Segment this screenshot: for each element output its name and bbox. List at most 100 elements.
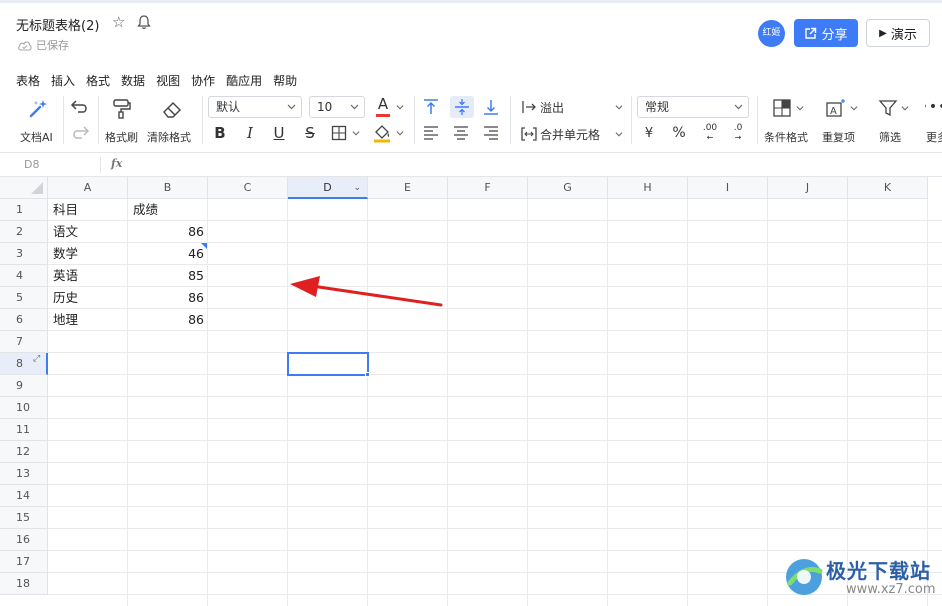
align-top-icon[interactable] [422,98,440,116]
row-header-10[interactable]: 10 [0,397,48,419]
expand-row-icon[interactable]: ⤢ [33,354,40,364]
chevron-down-icon[interactable] [396,129,404,137]
italic-button[interactable]: I [242,124,258,142]
number-format-select[interactable]: 常规 [637,96,749,118]
column-menu-chevron-icon[interactable]: ⌄ [353,177,361,199]
spreadsheet-grid[interactable]: A B C D ⌄ E F G H I J K 1 2 3 4 5 6 7 8 ⤢ 9 10 11 12 13 14 15 16 17 18… [0,177,942,606]
align-center-icon[interactable] [452,125,470,141]
cell-a3[interactable]: 数学 [53,243,128,265]
chevron-down-icon[interactable] [796,104,804,112]
row-header-5[interactable]: 5 [0,287,48,309]
row-header-2[interactable]: 2 [0,221,48,243]
cell-b4[interactable]: 85 [128,265,208,287]
row-header-16[interactable]: 16 [0,529,48,551]
menu-item-data[interactable]: 数据 [121,72,145,89]
cell-comment-marker[interactable] [201,243,207,249]
column-header-a[interactable]: A [48,177,128,199]
chevron-down-icon[interactable] [615,103,623,111]
merge-cells-button[interactable]: 合并单元格 [521,125,600,143]
duplicates-label[interactable]: 重复项 [822,129,855,145]
border-icon[interactable] [331,125,347,141]
column-header-e[interactable]: E [368,177,448,199]
text-overflow-button[interactable]: 溢出 [521,98,564,116]
more-label[interactable]: 更多 [926,129,942,145]
chevron-down-icon[interactable] [901,104,909,112]
cell-a2[interactable]: 语文 [53,221,128,243]
row-header-15[interactable]: 15 [0,507,48,529]
row-header-7[interactable]: 7 [0,331,48,353]
document-title[interactable]: 无标题表格(2) [16,15,99,34]
menu-item-collab[interactable]: 协作 [191,72,215,89]
strikethrough-button[interactable]: S [302,124,318,142]
column-header-f[interactable]: F [448,177,528,199]
column-header-h[interactable]: H [608,177,688,199]
ai-button-label[interactable]: 文档AI [20,129,53,145]
ai-sparkle-icon[interactable] [27,98,49,120]
present-button[interactable]: ▶ 演示 [866,19,930,47]
column-header-d[interactable]: D ⌄ [288,177,368,199]
row-header-18[interactable]: 18 [0,573,48,595]
row-header-3[interactable]: 3 [0,243,48,265]
menu-item-table[interactable]: 表格 [16,72,40,89]
currency-button[interactable]: ¥ [642,124,656,142]
cell-a5[interactable]: 历史 [53,287,128,309]
menu-item-apps[interactable]: 酷应用 [226,72,262,89]
cell-b3[interactable]: 46 [128,243,208,265]
select-all-corner[interactable] [0,177,48,199]
row-header-14[interactable]: 14 [0,485,48,507]
undo-icon[interactable] [70,98,90,116]
font-color-button[interactable]: A [374,96,392,118]
bold-button[interactable]: B [212,124,228,142]
row-header-13[interactable]: 13 [0,463,48,485]
align-bottom-icon[interactable] [482,98,500,116]
format-painter-label[interactable]: 格式刷 [105,129,138,145]
percent-button[interactable]: % [671,124,687,142]
row-header-1[interactable]: 1 [0,199,48,221]
align-left-icon[interactable] [422,125,440,141]
cell-b1[interactable]: 成绩 [133,199,208,221]
conditional-format-icon[interactable] [772,98,792,118]
cell-a1[interactable]: 科目 [53,199,128,221]
filter-icon[interactable] [878,98,898,118]
menu-item-insert[interactable]: 插入 [51,72,75,89]
font-size-select[interactable]: 10 [309,96,365,118]
selected-cell[interactable] [287,352,369,376]
row-header-9[interactable]: 9 [0,375,48,397]
row-header-8[interactable]: 8 [0,353,48,375]
column-header-g[interactable]: G [528,177,608,199]
bell-icon[interactable] [137,14,151,30]
row-header-4[interactable]: 4 [0,265,48,287]
filter-label[interactable]: 筛选 [879,129,901,145]
eraser-icon[interactable] [160,98,184,120]
chevron-down-icon[interactable] [850,104,858,112]
cell-a4[interactable]: 英语 [53,265,128,287]
row-header-12[interactable]: 12 [0,441,48,463]
star-icon[interactable]: ☆ [112,13,125,31]
cell-b2[interactable]: 86 [128,221,208,243]
chevron-down-icon[interactable] [615,130,623,138]
font-family-select[interactable]: 默认 [208,96,302,118]
more-icon[interactable]: ••• [925,100,942,114]
row-header-11[interactable]: 11 [0,419,48,441]
column-header-i[interactable]: I [688,177,768,199]
menu-item-format[interactable]: 格式 [86,72,110,89]
avatar[interactable]: 红姬 [758,20,785,47]
redo-icon[interactable] [70,124,90,142]
decrease-decimal-button[interactable]: .0 → [729,122,747,144]
row-header-17[interactable]: 17 [0,551,48,573]
menu-item-help[interactable]: 帮助 [273,72,297,89]
share-button[interactable]: 分享 [794,19,858,47]
fill-handle[interactable] [365,372,370,377]
chevron-down-icon[interactable] [396,103,404,111]
cell-reference[interactable]: D8 [24,158,39,171]
column-header-k[interactable]: K [848,177,928,199]
fill-color-icon[interactable] [373,123,391,143]
underline-button[interactable]: U [271,124,287,142]
format-painter-icon[interactable] [111,98,133,120]
clear-format-label[interactable]: 清除格式 [147,129,191,145]
chevron-down-icon[interactable] [352,129,360,137]
row-header-6[interactable]: 6 [0,309,48,331]
align-right-icon[interactable] [482,125,500,141]
column-header-c[interactable]: C [208,177,288,199]
column-header-j[interactable]: J [768,177,848,199]
